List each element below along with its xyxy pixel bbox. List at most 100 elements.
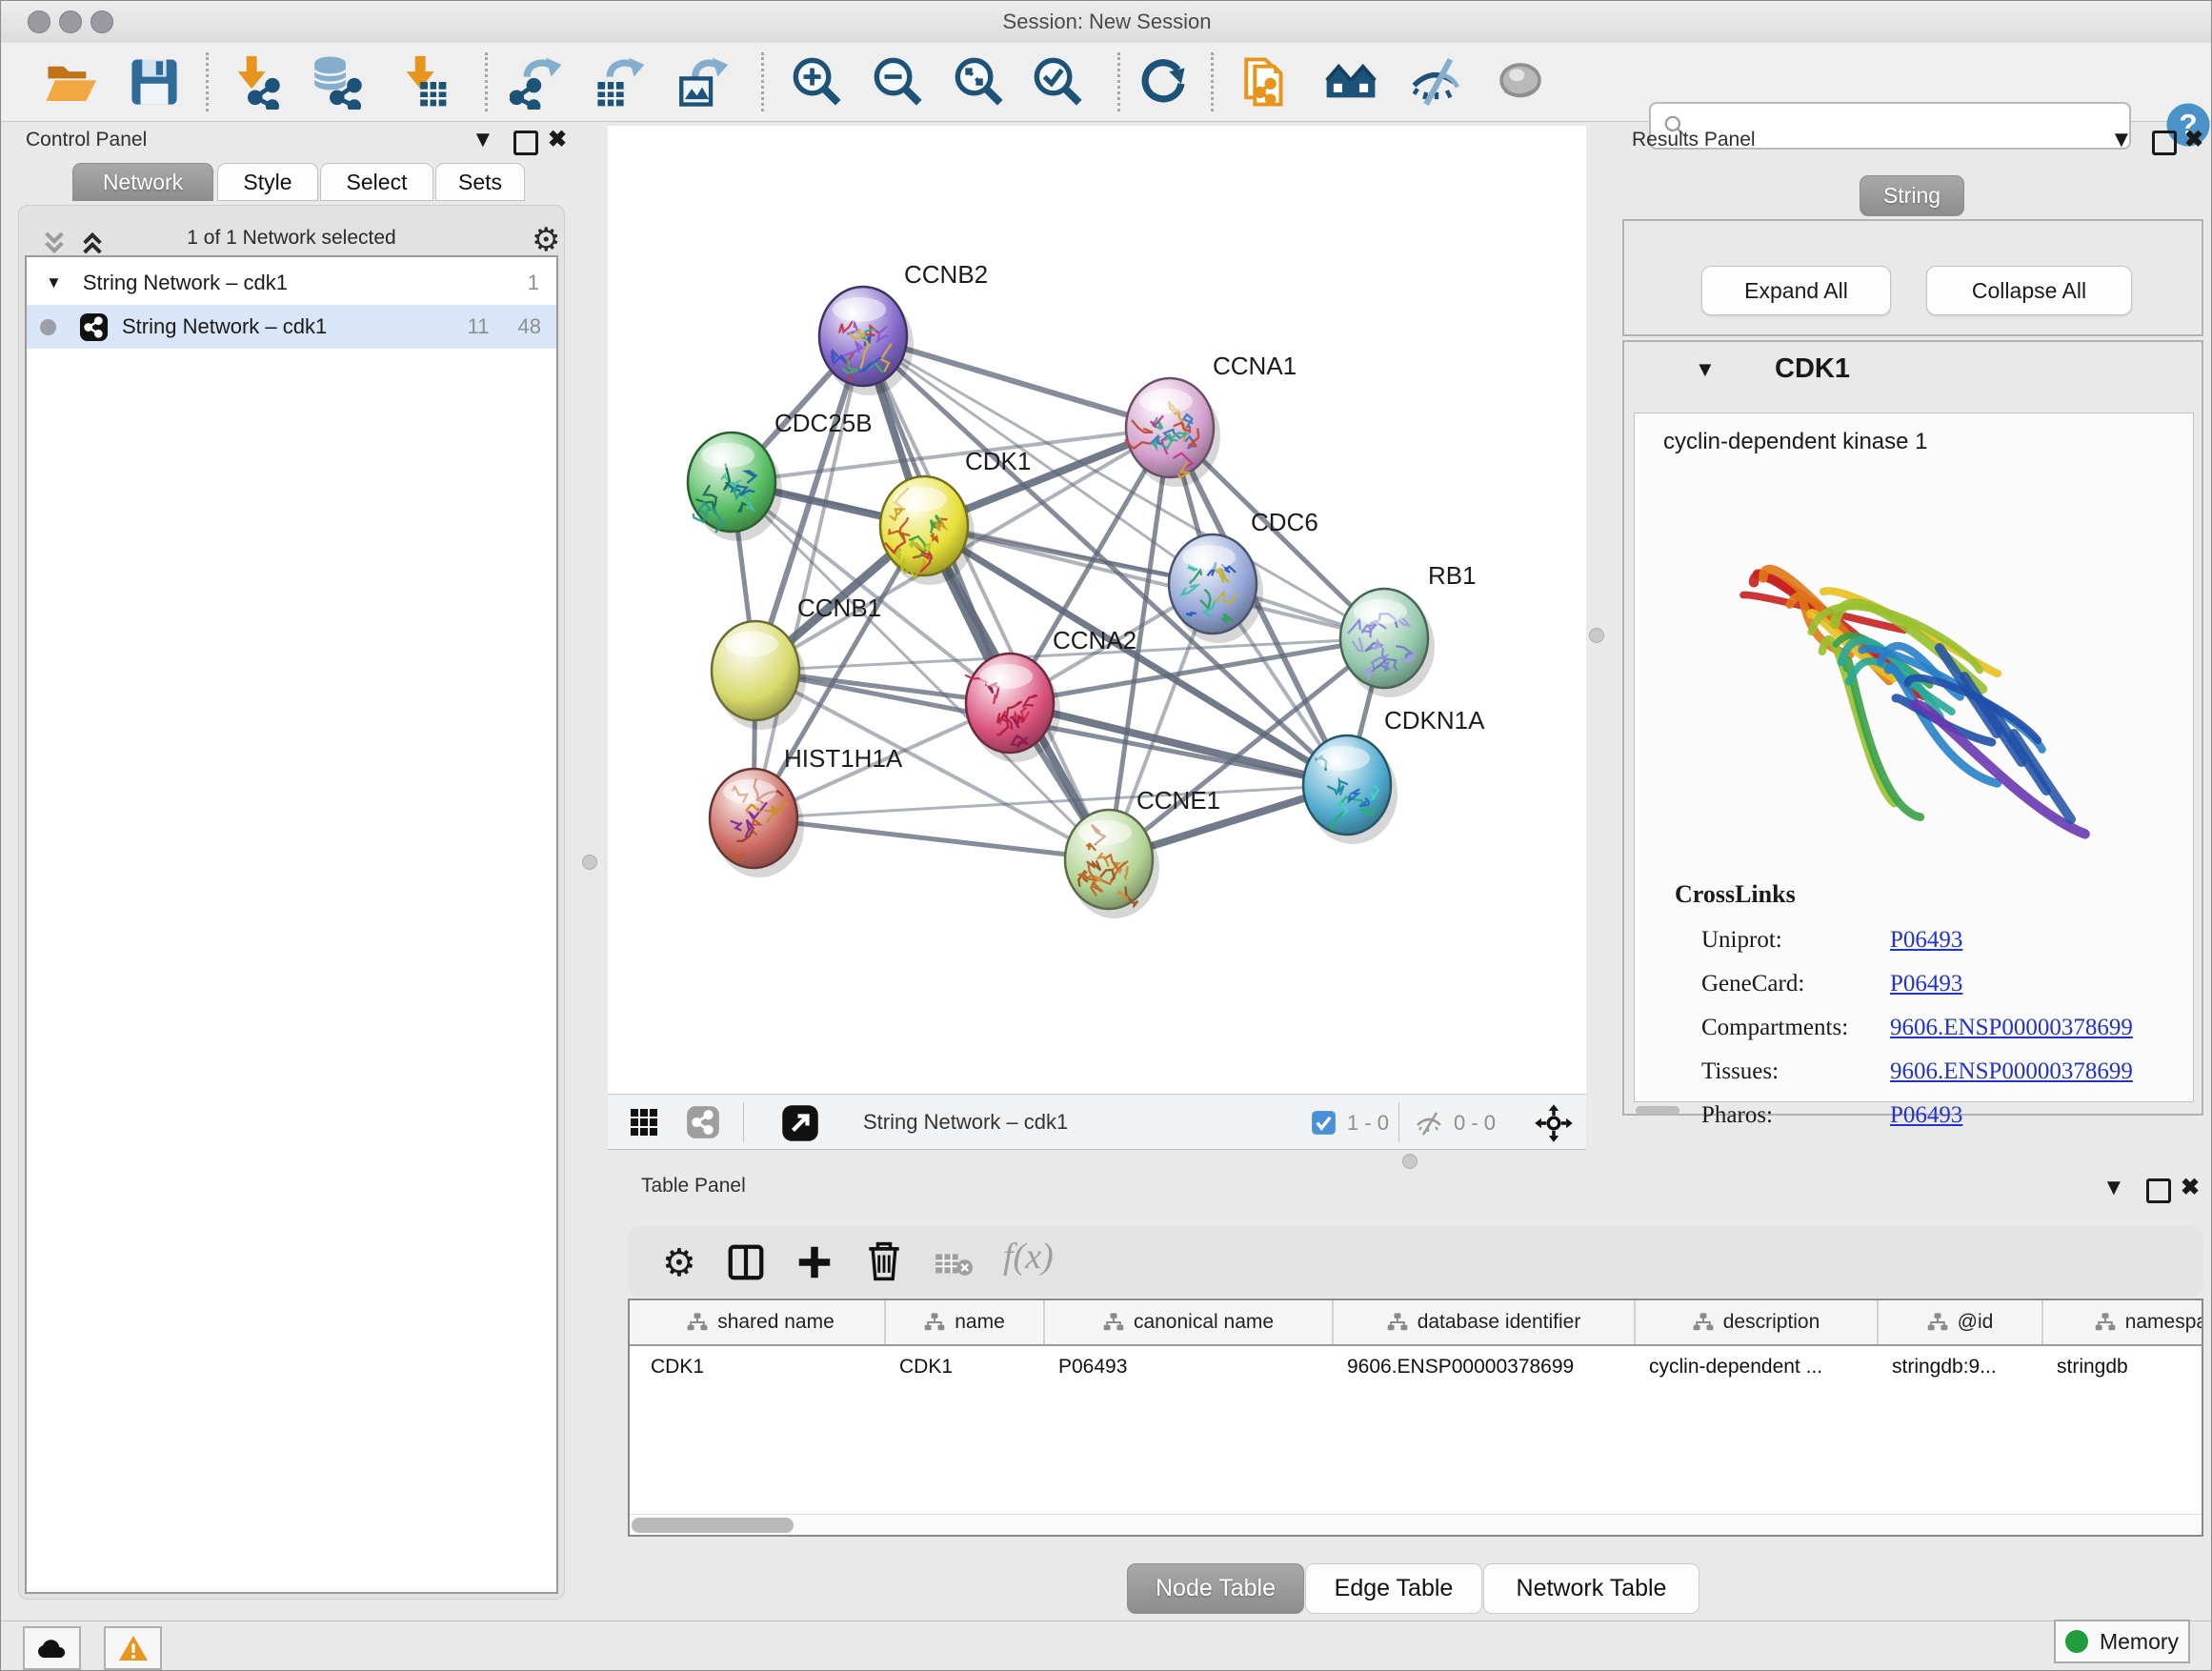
export-network-file-icon[interactable] <box>510 54 565 110</box>
table-settings-gear-icon[interactable]: ⚙ <box>662 1241 696 1285</box>
birdseye-navigator-icon[interactable] <box>1534 1103 1574 1143</box>
results-panel-float-icon[interactable] <box>2152 131 2177 155</box>
right-splitter-handle[interactable] <box>1589 628 1604 643</box>
control-panel-float-icon[interactable] <box>513 131 538 155</box>
crosslink-label: Uniprot: <box>1701 927 1890 954</box>
network-node-label: CCNA1 <box>1213 352 1297 380</box>
show-columns-icon[interactable] <box>727 1243 765 1281</box>
crosslink-value-link[interactable]: P06493 <box>1890 971 1962 997</box>
tab-node-table[interactable]: Node Table <box>1127 1563 1304 1614</box>
zoom-out-icon[interactable] <box>871 54 926 110</box>
zoom-fit-icon[interactable] <box>952 54 1007 110</box>
column-header-description[interactable]: description <box>1636 1300 1879 1344</box>
warnings-button[interactable] <box>104 1626 162 1670</box>
bottom-splitter-handle[interactable] <box>1402 1154 1418 1169</box>
grid-view-icon[interactable] <box>629 1107 659 1137</box>
tab-style[interactable]: Style <box>217 163 318 201</box>
network-node-CCNE1[interactable] <box>1065 810 1159 918</box>
network-edge[interactable] <box>754 818 1109 859</box>
column-header-label: name <box>955 1311 1005 1334</box>
column-header-database-identifier[interactable]: database identifier <box>1334 1300 1636 1344</box>
table-cell[interactable]: CDK1 <box>886 1346 1045 1388</box>
collection-expander-icon[interactable]: ▼ <box>46 273 62 292</box>
collapse-all-button[interactable]: Collapse All <box>1926 266 2132 315</box>
control-panel-close-icon[interactable]: ✖ <box>548 129 567 151</box>
results-scrollbar-thumb[interactable] <box>1636 1106 1679 1115</box>
table-cell[interactable]: cyclin-dependent ... <box>1636 1346 1879 1388</box>
network-list-options-gear-icon[interactable]: ⚙ <box>532 221 560 259</box>
import-network-file-icon[interactable] <box>226 54 281 110</box>
table-panel-close-icon[interactable]: ✖ <box>2181 1177 2200 1199</box>
network-graph[interactable]: CCNB2CCNA1CDC25BCDK1CDC6RB1CCNB1CCNA2CDK… <box>608 126 1586 1094</box>
eye-disabled-icon[interactable] <box>1493 54 1548 110</box>
tab-edge-table[interactable]: Edge Table <box>1305 1563 1482 1614</box>
network-collection-row[interactable]: ▼ String Network – cdk1 1 <box>27 261 556 305</box>
tab-network-table[interactable]: Network Table <box>1483 1563 1699 1614</box>
column-header-shared-name[interactable]: shared name <box>637 1300 886 1344</box>
add-column-icon[interactable] <box>795 1243 834 1281</box>
network-node-CDK1[interactable] <box>880 476 975 585</box>
table-hscrollbar-track[interactable] <box>630 1514 2202 1536</box>
table-cell[interactable]: stringdb:9... <box>1879 1346 2043 1388</box>
results-panel-collapse-icon[interactable]: ▼ <box>2110 129 2133 151</box>
network-row-selected[interactable]: String Network – cdk1 11 48 <box>27 305 556 349</box>
crosslink-value-link[interactable]: 9606.ENSP00000378699 <box>1890 1015 2133 1041</box>
table-cell[interactable]: stringdb <box>2043 1346 2203 1388</box>
delete-column-trash-icon[interactable] <box>864 1241 904 1281</box>
table-panel-float-icon[interactable] <box>2146 1178 2171 1203</box>
network-node-CDKN1A[interactable] <box>1303 735 1398 844</box>
export-table-file-icon[interactable] <box>593 54 648 110</box>
function-builder-icon[interactable]: f(x) <box>1003 1236 1054 1278</box>
results-panel-close-icon[interactable]: ✖ <box>2184 129 2203 151</box>
network-node-CCNA1[interactable] <box>1126 378 1220 487</box>
network-node-CCNB2[interactable] <box>819 287 914 395</box>
houses-icon[interactable] <box>1323 54 1378 110</box>
save-session-icon[interactable] <box>127 54 182 110</box>
tab-string-results[interactable]: String <box>1860 175 1964 216</box>
delete-table-icon[interactable] <box>935 1251 973 1278</box>
table-row[interactable]: CDK1CDK1P064939606.ENSP00000378699cyclin… <box>630 1346 2202 1388</box>
crosslink-value-link[interactable]: 9606.ENSP00000378699 <box>1890 1058 2133 1085</box>
column-header-namespace[interactable]: namespace <box>2043 1300 2203 1344</box>
network-badge-icon[interactable] <box>686 1105 720 1139</box>
table-panel-collapse-icon[interactable]: ▼ <box>2102 1177 2125 1199</box>
open-session-icon[interactable] <box>43 54 98 110</box>
control-panel-collapse-icon[interactable]: ▼ <box>472 129 494 151</box>
show-hide-graphics-icon[interactable] <box>1409 54 1464 110</box>
tab-select[interactable]: Select <box>320 163 433 201</box>
column-header-name[interactable]: name <box>886 1300 1045 1344</box>
table-cell[interactable]: CDK1 <box>637 1346 886 1388</box>
import-table-file-icon[interactable] <box>394 54 450 110</box>
crosslink-value-link[interactable]: P06493 <box>1890 1102 1962 1129</box>
selected-checkbox-icon[interactable] <box>1311 1110 1337 1136</box>
network-node-RB1[interactable] <box>1340 589 1435 697</box>
network-node-CCNA2[interactable] <box>966 654 1060 762</box>
entry-expander-icon[interactable]: ▼ <box>1695 357 1716 382</box>
network-node-CDC6[interactable] <box>1169 534 1263 643</box>
hidden-elements-eye-icon[interactable] <box>1414 1108 1444 1138</box>
string-import-document-icon[interactable] <box>1239 54 1295 110</box>
table-cell[interactable]: 9606.ENSP00000378699 <box>1334 1346 1636 1388</box>
export-image-icon[interactable] <box>674 54 730 110</box>
zoom-in-icon[interactable] <box>790 54 845 110</box>
zoom-selected-icon[interactable] <box>1031 54 1086 110</box>
column-header--id[interactable]: @id <box>1879 1300 2043 1344</box>
left-splitter-handle[interactable] <box>582 855 597 870</box>
table-cell[interactable]: P06493 <box>1045 1346 1334 1388</box>
cloud-button[interactable] <box>23 1626 81 1670</box>
import-network-database-icon[interactable] <box>308 54 363 110</box>
crosslink-value-link[interactable]: P06493 <box>1890 927 1962 954</box>
network-node-label: CCNB2 <box>904 260 988 289</box>
network-node-HIST1H1A[interactable] <box>710 769 804 877</box>
table-hscrollbar-thumb[interactable] <box>632 1518 794 1533</box>
results-panel-title: Results Panel <box>1632 129 1756 151</box>
crosslink-label: Pharos: <box>1701 1102 1890 1129</box>
detach-view-icon[interactable] <box>781 1104 819 1142</box>
expand-all-button[interactable]: Expand All <box>1701 266 1891 315</box>
tab-sets[interactable]: Sets <box>435 163 525 201</box>
column-header-canonical-name[interactable]: canonical name <box>1045 1300 1334 1344</box>
tab-network[interactable]: Network <box>72 163 213 201</box>
refresh-view-icon[interactable] <box>1135 54 1190 110</box>
memory-button[interactable]: Memory <box>2054 1620 2190 1663</box>
network-node-CDC25B[interactable] <box>688 433 782 541</box>
